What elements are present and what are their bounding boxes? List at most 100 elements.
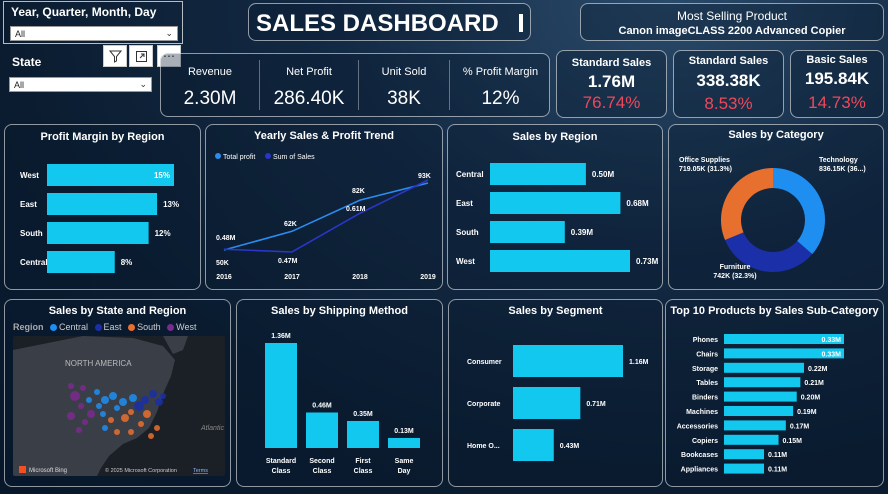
map-point[interactable] [94,389,100,395]
bar[interactable] [47,193,158,215]
legend-title: Region [13,322,44,332]
map-point[interactable] [68,383,74,389]
category-label: Appliances [681,467,718,474]
map-point[interactable] [160,393,166,399]
data-label: 0.71M [586,401,606,408]
bar[interactable] [490,192,621,214]
bar[interactable] [265,343,297,448]
map-point[interactable] [155,398,163,406]
map-point[interactable] [114,429,120,435]
map-point[interactable] [149,390,157,398]
map-point[interactable] [102,425,108,431]
card-label: Basic Sales [806,54,868,66]
sales-category-chart: Technology 836.15K (36...) Furniture 742K (… [679,157,866,280]
map-point[interactable] [76,427,82,433]
focus-mode-icon[interactable] [129,45,153,67]
data-label: 93K [418,173,431,180]
bar[interactable] [724,377,801,388]
data-label: 1.16M [629,359,649,366]
bar[interactable] [47,222,149,244]
bar[interactable] [513,345,623,377]
bar[interactable] [513,387,581,419]
donut-slice[interactable] [721,168,773,241]
category-label: Class [313,468,332,475]
category-label: First [355,458,371,465]
map-point[interactable] [101,396,109,404]
card-percent: 14.73% [808,93,866,112]
bar[interactable] [724,463,764,474]
sales-region-panel: Sales by Region Central 0.50M East 0.68M Sou… [447,124,663,290]
map-point[interactable] [148,433,154,439]
sales-region-chart: Central 0.50M East 0.68M South 0.39M West 0.73M [456,163,659,272]
map-point[interactable] [78,403,84,409]
title-accent-bar [519,14,523,32]
map-point[interactable] [129,394,137,402]
kpi-net-profit: Net Profit 286.40K [260,54,358,118]
map-point[interactable] [67,412,75,420]
map-point[interactable] [138,421,144,427]
bar[interactable] [490,221,565,243]
map-point[interactable] [119,398,127,406]
map-point[interactable] [70,391,80,401]
sales-shipping-chart: 1.36M Standard Class 0.46M Second Class 0.35M F… [265,333,420,475]
map-point[interactable] [143,410,151,418]
bar[interactable] [724,362,804,373]
bar[interactable] [724,406,794,416]
map-point[interactable] [114,405,120,411]
bar[interactable] [724,449,764,460]
kpi-label: Unit Sold [381,66,427,78]
data-label: 0.15M [783,438,803,445]
chevron-down-icon: ⌄ [139,79,147,89]
kpi-label: Net Profit [286,66,332,78]
kpi-label: Revenue [187,66,233,78]
map-point[interactable] [100,411,106,417]
data-label: 1.36M [271,333,291,340]
map-point[interactable] [121,414,129,422]
filter-icon[interactable] [103,45,127,67]
map-point[interactable] [82,419,88,425]
map-point[interactable] [141,396,149,404]
category-label: Home O... [467,443,500,450]
sales-shipping-panel: Sales by Shipping Method 1.36M Standard Cl… [236,299,443,487]
bar[interactable] [513,429,554,461]
map-point[interactable] [108,417,114,423]
bar[interactable] [724,420,786,431]
map-point[interactable] [96,403,102,409]
map-point[interactable] [154,425,160,431]
total-profit-line[interactable] [223,182,429,251]
bar[interactable] [490,250,630,272]
date-slicer-value: All [15,29,26,39]
data-label: 62K [284,221,297,228]
state-slicer-dropdown[interactable]: All ⌄ [9,77,152,92]
map-ocean-label: Atlantic [200,425,224,432]
map-point[interactable] [128,409,134,415]
map-point[interactable] [87,410,95,418]
category-label: Second [309,458,334,465]
map-point[interactable] [80,385,86,391]
category-label: Bookcases [681,452,718,459]
data-label: 0.61M [346,206,366,213]
bar[interactable] [347,420,379,448]
slice-category-label: Office Supplies [679,157,730,164]
bar[interactable] [724,434,779,445]
sales-map[interactable]: NORTH AMERICA Atlantic Microsoft Bing © … [13,336,225,476]
bar[interactable] [47,251,115,273]
map-point[interactable] [128,429,134,435]
north-america-landmass [13,336,175,476]
card-value: 338.38K [696,71,761,90]
date-slicer-dropdown[interactable]: All ⌄ [10,26,178,41]
card-percent: 76.74% [582,93,641,112]
bar[interactable] [388,437,420,448]
map-point[interactable] [86,397,92,403]
donut-slice[interactable] [773,168,825,255]
map-point[interactable] [109,392,117,400]
bar[interactable] [724,391,797,402]
kpi-value: 12% [481,88,520,109]
map-terms[interactable]: Terms [193,468,208,474]
category-label: South [456,228,479,237]
legend-marker [265,153,271,159]
kpi-label: % Profit Margin [462,66,539,78]
bar[interactable] [306,412,338,448]
bar[interactable] [490,163,586,185]
slice-value-label: 719.05K (31.3%) [679,166,732,173]
